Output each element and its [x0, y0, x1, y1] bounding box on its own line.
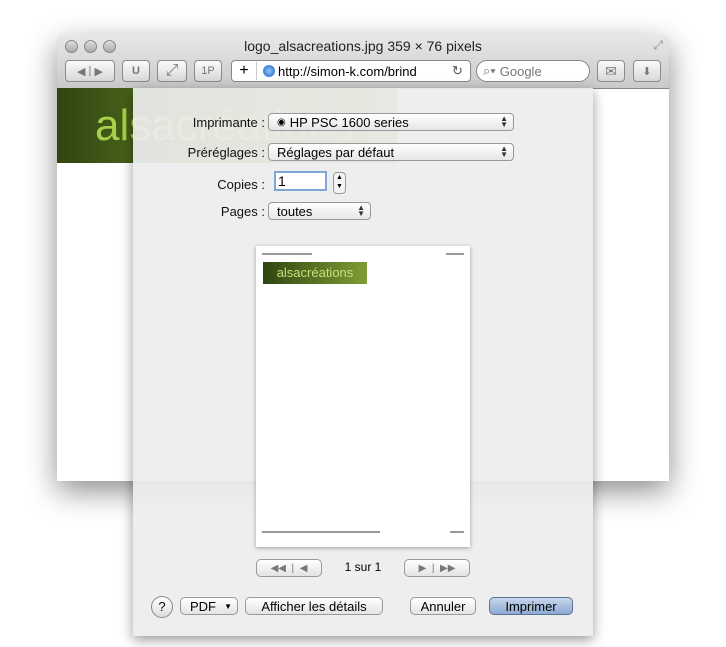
copies-input[interactable]: 1	[274, 171, 327, 191]
print-preview-page: alsacréations	[256, 246, 470, 547]
onepassword-button[interactable]: 1P	[194, 60, 222, 82]
add-bookmark-icon[interactable]: +	[232, 62, 257, 80]
fullscreen-icon[interactable]: ⤢	[653, 38, 663, 53]
preview-footer-page	[450, 531, 464, 533]
cancel-button[interactable]: Annuler	[410, 597, 476, 615]
preview-logo: alsacréations	[263, 262, 367, 284]
printer-select[interactable]: ◉ HP PSC 1600 series ▲ ▼	[268, 113, 514, 131]
presets-label: Préréglages :	[187, 145, 265, 160]
previous-page-icon[interactable]: ◀	[300, 563, 308, 574]
print-button[interactable]: Imprimer	[489, 597, 573, 615]
last-page-icon[interactable]: ▶▶	[440, 563, 455, 574]
forward-icon[interactable]: ▶	[94, 65, 102, 78]
printer-icon: ◉	[277, 116, 286, 128]
first-page-icon[interactable]: ◀◀	[271, 563, 286, 574]
reader-button[interactable]: U	[122, 60, 150, 82]
presets-select[interactable]: Réglages par défaut ▲ ▼	[268, 143, 514, 161]
help-button[interactable]: ?	[151, 596, 173, 618]
back-icon[interactable]: ◀	[77, 65, 85, 78]
print-sheet: Imprimante : ◉ HP PSC 1600 series ▲ ▼ Préré…	[133, 88, 593, 636]
pages-label: Pages :	[220, 204, 265, 219]
next-last-buttons[interactable]: ▶ | ▶▶	[404, 559, 470, 577]
search-icon: ⌕▾	[483, 63, 496, 78]
copies-stepper[interactable]: ▲ ▼	[333, 172, 346, 194]
back-forward-button[interactable]: ◀ | ▶	[65, 60, 115, 82]
reload-icon[interactable]: ↻	[452, 63, 470, 79]
window-title: logo_alsacreations.jpg 359 × 76 pixels	[244, 38, 482, 54]
address-bar[interactable]: + http://simon-k.com/brind ↻	[231, 60, 471, 82]
toolbar: logo_alsacreations.jpg 359 × 76 pixels ⤢…	[57, 35, 669, 89]
search-input[interactable]: ⌕▾ Google	[476, 60, 590, 82]
printer-label: Imprimante :	[192, 115, 265, 130]
first-previous-buttons[interactable]: ◀◀ | ◀	[256, 559, 322, 577]
globe-icon	[263, 65, 275, 77]
show-details-button[interactable]: Afficher les détails	[245, 597, 383, 615]
preview-header-text	[262, 253, 312, 255]
next-page-icon[interactable]: ▶	[419, 563, 427, 574]
resize-button[interactable]: ⤢	[157, 60, 187, 82]
copies-label: Copies :	[217, 177, 265, 192]
downloads-button[interactable]: ⬇	[633, 60, 661, 82]
chevron-down-icon: ▼	[224, 601, 232, 611]
pdf-menu-button[interactable]: PDF ▼	[180, 597, 238, 615]
pages-select[interactable]: toutes ▲ ▼	[268, 202, 371, 220]
page-indicator: 1 sur 1	[344, 560, 382, 574]
url-field[interactable]: http://simon-k.com/brind	[278, 64, 452, 79]
mail-button[interactable]: ✉	[597, 60, 625, 82]
preview-footer-url	[262, 531, 380, 533]
preview-header-date	[446, 253, 464, 255]
